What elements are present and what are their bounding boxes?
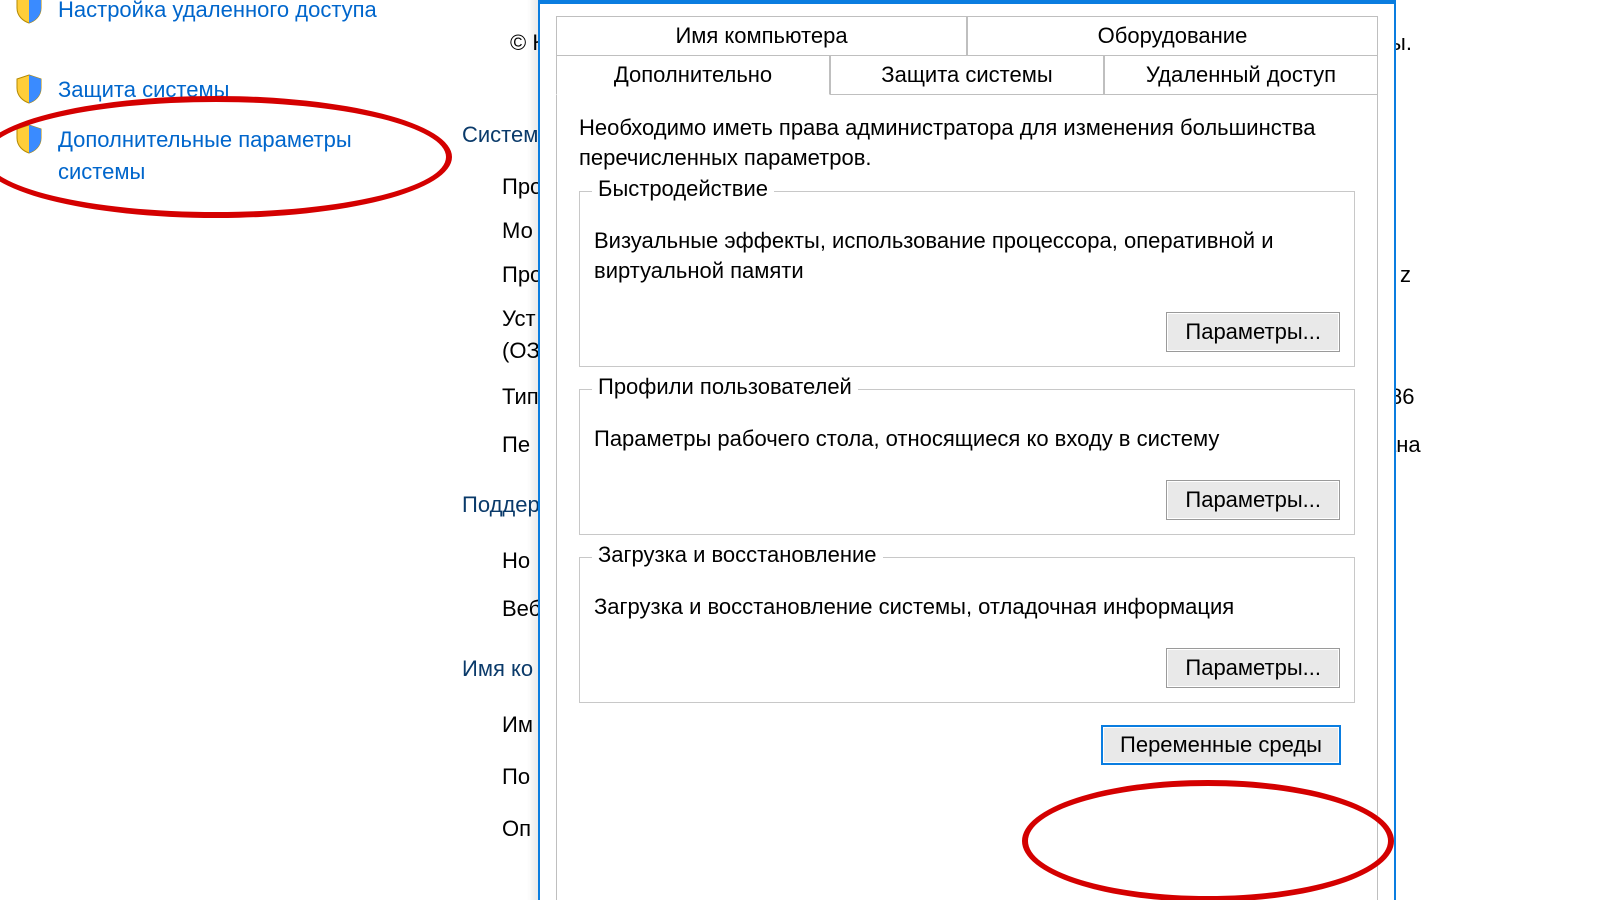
- shield-icon: [16, 124, 42, 160]
- tab-computer-name[interactable]: Имя компьютера: [556, 16, 967, 56]
- tab-label: Оборудование: [1098, 23, 1248, 48]
- user-profiles-settings-button[interactable]: Параметры...: [1166, 480, 1340, 520]
- bg-text-fragment: Веб: [502, 596, 541, 622]
- bg-section-header: Систем: [462, 122, 538, 148]
- dialog-titlebar[interactable]: [540, 0, 1394, 4]
- tab-label: Дополнительно: [614, 62, 772, 87]
- button-label: Параметры...: [1185, 487, 1321, 512]
- system-properties-dialog: Имя компьютера Оборудование Дополнительн…: [538, 0, 1396, 900]
- shield-icon: [16, 0, 42, 30]
- sidebar-link-label: Настройка удаленного доступа: [58, 0, 377, 26]
- tab-system-protection[interactable]: Защита системы: [830, 55, 1104, 95]
- group-startup-recovery: Загрузка и восстановление Загрузка и вос…: [579, 557, 1355, 703]
- bg-text-fragment: (ОЗ: [502, 338, 540, 364]
- group-description: Загрузка и восстановление системы, отлад…: [594, 592, 1340, 622]
- sidebar-link-system-protection[interactable]: Защита системы: [58, 74, 229, 106]
- bg-text-fragment: Мо: [502, 218, 533, 244]
- button-label: Переменные среды: [1120, 732, 1322, 757]
- sidebar-link-advanced-system-settings[interactable]: Дополнительные параметры системы: [58, 124, 418, 188]
- tab-panel-advanced: Необходимо иметь права администратора дл…: [556, 95, 1378, 900]
- environment-variables-button[interactable]: Переменные среды: [1101, 725, 1341, 765]
- bg-text-fragment: Оп: [502, 816, 531, 842]
- admin-rights-note: Необходимо иметь права администратора дл…: [579, 113, 1355, 173]
- tab-label: Удаленный доступ: [1146, 62, 1336, 87]
- sidebar-link-label: Дополнительные параметры системы: [58, 124, 418, 188]
- bg-section-header: Поддер: [462, 492, 540, 518]
- performance-settings-button[interactable]: Параметры...: [1166, 312, 1340, 352]
- bg-text-fragment: Про: [502, 262, 542, 288]
- bg-text-fragment: Им: [502, 712, 533, 738]
- tab-hardware[interactable]: Оборудование: [967, 16, 1378, 56]
- group-legend: Быстродействие: [592, 176, 774, 202]
- group-user-profiles: Профили пользователей Параметры рабочего…: [579, 389, 1355, 535]
- shield-icon: [16, 74, 42, 110]
- bg-section-header: Имя ко: [462, 656, 533, 682]
- button-label: Параметры...: [1185, 655, 1321, 680]
- tab-advanced[interactable]: Дополнительно: [556, 55, 830, 95]
- group-legend: Загрузка и восстановление: [592, 542, 883, 568]
- bg-text-fragment: Уст: [502, 306, 536, 332]
- group-description: Визуальные эффекты, использование процес…: [594, 226, 1340, 286]
- startup-recovery-settings-button[interactable]: Параметры...: [1166, 648, 1340, 688]
- bg-text-fragment: Тип: [502, 384, 539, 410]
- tab-label: Имя компьютера: [675, 23, 847, 48]
- group-legend: Профили пользователей: [592, 374, 858, 400]
- sidebar-link-label: Защита системы: [58, 74, 229, 106]
- bg-text-fragment: Но: [502, 548, 530, 574]
- sidebar-link-remote-settings[interactable]: Настройка удаленного доступа: [58, 0, 377, 26]
- bg-text-fragment: z: [1400, 262, 1411, 288]
- bg-text-fragment: По: [502, 764, 530, 790]
- group-performance: Быстродействие Визуальные эффекты, испол…: [579, 191, 1355, 367]
- tab-remote[interactable]: Удаленный доступ: [1104, 55, 1378, 95]
- group-description: Параметры рабочего стола, относящиеся ко…: [594, 424, 1340, 454]
- bg-text-fragment: Пе: [502, 432, 530, 458]
- button-label: Параметры...: [1185, 319, 1321, 344]
- tab-label: Защита системы: [881, 62, 1052, 87]
- bg-text-fragment: Про: [502, 174, 542, 200]
